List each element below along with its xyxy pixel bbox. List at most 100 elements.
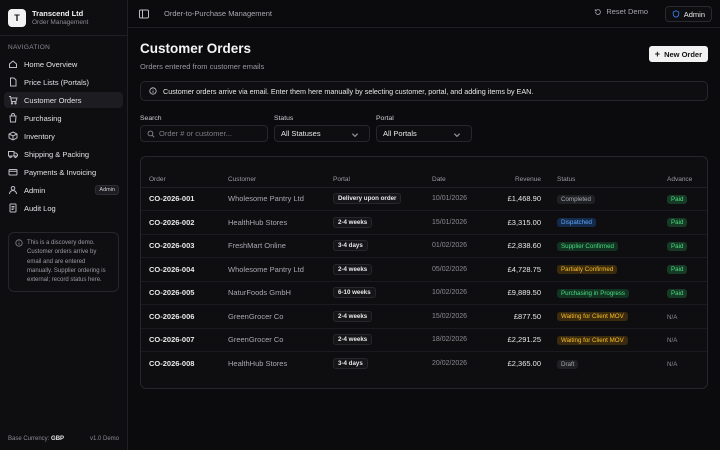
order-number[interactable]: CO-2026-008 bbox=[141, 352, 220, 376]
status-cell: Draft bbox=[549, 352, 659, 376]
nav-list: Home Overview Price Lists (Portals) Cust… bbox=[0, 56, 127, 216]
status-select[interactable]: All Statuses bbox=[274, 125, 370, 142]
col-advance[interactable]: Advance bbox=[659, 173, 707, 188]
table-row[interactable]: CO-2026-002 HealthHub Stores 2-4 weeks 1… bbox=[141, 210, 707, 235]
advance-cell: Paid bbox=[659, 210, 707, 235]
user-menu-button[interactable]: Admin bbox=[664, 6, 712, 22]
sidebar-item-label: Home Overview bbox=[24, 59, 78, 69]
col-status[interactable]: Status bbox=[549, 173, 659, 188]
box-icon bbox=[8, 131, 18, 141]
reset-demo-button[interactable]: Reset Demo bbox=[594, 7, 648, 16]
topbar: Order-to-Purchase Management Reset Demo … bbox=[128, 0, 720, 28]
version-label: v1.0 Demo bbox=[89, 436, 119, 442]
sidebar-item-shipping[interactable]: Shipping & Packing bbox=[4, 146, 123, 162]
order-number[interactable]: CO-2026-004 bbox=[141, 257, 220, 282]
order-number[interactable]: CO-2026-002 bbox=[141, 210, 220, 235]
portal-badge: 2-4 weeks bbox=[333, 334, 373, 346]
customer-name: HealthHub Stores bbox=[228, 359, 288, 368]
sidebar-item-customer-orders[interactable]: Customer Orders bbox=[4, 92, 123, 108]
page-subtitle: Orders entered from customer emails bbox=[140, 62, 265, 71]
col-customer[interactable]: Customer bbox=[220, 173, 325, 188]
portal-select[interactable]: All Portals bbox=[376, 125, 472, 142]
table-row[interactable]: CO-2026-001 Wholesome Pantry Ltd Deliver… bbox=[141, 187, 707, 211]
portal-label: Portal bbox=[376, 115, 394, 122]
revenue: £2,365.00 bbox=[507, 359, 541, 368]
sidebar-item-home-overview[interactable]: Home Overview bbox=[4, 56, 123, 72]
table-row[interactable]: CO-2026-005 NaturFoods GmbH 6-10 weeks 1… bbox=[141, 281, 707, 305]
revenue: £4,728.75 bbox=[482, 257, 549, 282]
portal-cell: 3-4 days bbox=[325, 352, 424, 376]
main-content: Customer Orders Orders entered from cust… bbox=[140, 36, 708, 389]
card-icon bbox=[8, 167, 18, 177]
sidebar-item-inventory[interactable]: Inventory bbox=[4, 128, 123, 144]
advance-cell: Paid bbox=[659, 234, 707, 258]
sidebar-item-label: Audit Log bbox=[24, 203, 56, 213]
portal-badge: 3-4 days bbox=[333, 240, 368, 252]
advance-badge: N/A bbox=[667, 313, 678, 321]
advance-badge: Paid bbox=[667, 288, 688, 298]
customer-name: Wholesome Pantry Ltd bbox=[220, 187, 325, 211]
sidebar-item-label: Price Lists (Portals) bbox=[24, 77, 90, 87]
status-badge: Supplier Confirmed bbox=[557, 241, 618, 251]
col-revenue[interactable]: Revenue bbox=[482, 173, 549, 188]
portal-cell: 6-10 weeks bbox=[325, 281, 424, 305]
sidebar-item-price-lists[interactable]: Price Lists (Portals) bbox=[4, 74, 123, 90]
orders-table-body: CO-2026-001 Wholesome Pantry Ltd Deliver… bbox=[141, 187, 707, 375]
advance-cell: N/A bbox=[659, 352, 707, 376]
table-row[interactable]: CO-2026-007 GreenGrocer Co 2-4 weeks 18/… bbox=[141, 328, 707, 352]
customer-name: Wholesome Pantry Ltd bbox=[220, 257, 325, 282]
sidebar-footer: Base Currency: GBP v1.0 Demo bbox=[8, 436, 119, 442]
table-row[interactable]: CO-2026-003 FreshMart Online 3-4 days 01… bbox=[141, 234, 707, 258]
status-badge: Draft bbox=[557, 359, 579, 369]
status-select-value: All Statuses bbox=[281, 129, 321, 138]
portal-select-value: All Portals bbox=[383, 129, 417, 138]
search-icon bbox=[147, 130, 155, 138]
order-date: 01/02/2026 bbox=[424, 234, 482, 258]
order-number[interactable]: CO-2026-003 bbox=[141, 234, 220, 258]
banner-text: Customer orders arrive via email. Enter … bbox=[163, 86, 534, 96]
truck-icon bbox=[8, 149, 18, 159]
status-cell: Dispatched bbox=[549, 210, 659, 235]
info-icon bbox=[15, 239, 23, 247]
advance-cell: N/A bbox=[659, 304, 707, 329]
order-date: 20/02/2026 bbox=[432, 360, 468, 367]
order-number[interactable]: CO-2026-001 bbox=[141, 187, 220, 211]
order-number[interactable]: CO-2026-007 bbox=[141, 328, 220, 352]
sidebar: T Transcend Ltd Order Management NAVIGAT… bbox=[0, 0, 128, 450]
status-cell: Completed bbox=[549, 187, 659, 211]
sidebar-item-label: Customer Orders bbox=[24, 95, 82, 105]
col-date[interactable]: Date bbox=[424, 173, 482, 188]
order-number[interactable]: CO-2026-006 bbox=[141, 304, 220, 329]
admin-badge: Admin bbox=[95, 185, 119, 195]
order-date: 10/02/2026 bbox=[424, 281, 482, 305]
revenue: £877.50 bbox=[482, 304, 549, 329]
brand-subtitle: Order Management bbox=[32, 19, 89, 26]
filters-bar: Search Order # or customer... Status All… bbox=[140, 115, 708, 145]
order-number[interactable]: CO-2026-005 bbox=[141, 281, 220, 305]
table-row[interactable]: CO-2026-006 GreenGrocer Co 2-4 weeks 15/… bbox=[141, 304, 707, 329]
chevron-down-icon bbox=[351, 133, 359, 138]
table-row[interactable]: CO-2026-008 HealthHub Stores 3-4 days 20… bbox=[141, 352, 707, 376]
col-portal[interactable]: Portal bbox=[325, 173, 424, 188]
sidebar-item-label: Admin bbox=[24, 185, 46, 195]
brand-name: Transcend Ltd bbox=[32, 9, 84, 18]
advance-badge: N/A bbox=[667, 337, 678, 345]
home-icon bbox=[8, 59, 18, 69]
table-row[interactable]: CO-2026-004 Wholesome Pantry Ltd 2-4 wee… bbox=[141, 257, 707, 282]
sidebar-item-audit-log[interactable]: Audit Log bbox=[4, 200, 123, 216]
order-date: 05/02/2026 bbox=[424, 257, 482, 282]
portal-badge: 3-4 days bbox=[333, 358, 368, 369]
base-currency: Base Currency: GBP bbox=[8, 436, 64, 442]
sidebar-item-admin[interactable]: Admin Admin bbox=[4, 182, 123, 198]
customer-name: GreenGrocer Co bbox=[220, 304, 325, 329]
search-input[interactable]: Order # or customer... bbox=[140, 125, 268, 142]
revenue: £2,291.25 bbox=[482, 328, 549, 352]
sidebar-toggle-icon[interactable] bbox=[138, 8, 150, 20]
order-date: 10/01/2026 bbox=[424, 187, 482, 211]
portal-cell: 2-4 weeks bbox=[325, 257, 424, 282]
sidebar-item-payments[interactable]: Payments & Invoicing bbox=[4, 164, 123, 180]
new-order-button[interactable]: + New Order bbox=[648, 46, 708, 62]
sidebar-item-purchasing[interactable]: Purchasing bbox=[4, 110, 123, 126]
portal-badge: 2-4 weeks bbox=[333, 216, 373, 228]
col-order[interactable]: Order bbox=[141, 173, 220, 188]
